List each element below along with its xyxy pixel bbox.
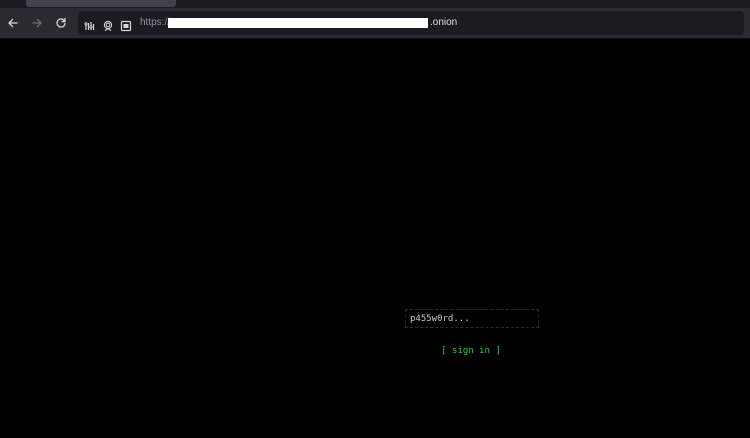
forward-button[interactable] [27,13,47,33]
onion-circuit-icon[interactable] [102,17,114,31]
arrow-left-icon [7,17,19,29]
reader-view-icon[interactable] [120,17,132,32]
page-content: [ sign in ] [0,39,750,438]
active-tab[interactable] [26,0,176,7]
browser-toolbar: https:// .onion [0,8,750,39]
reload-icon [55,17,67,29]
tab-strip [0,0,750,8]
back-button[interactable] [3,13,23,33]
url-scheme: https:// [140,17,171,28]
sign-in-button[interactable]: [ sign in ] [438,344,504,358]
address-bar[interactable]: https:// .onion [78,11,744,35]
password-field[interactable] [405,309,539,328]
arrow-right-icon [31,17,43,29]
reload-button[interactable] [51,13,71,33]
url-domain-suffix: .onion [430,17,458,28]
permissions-icon[interactable] [84,17,96,30]
redacted-url [168,18,428,28]
